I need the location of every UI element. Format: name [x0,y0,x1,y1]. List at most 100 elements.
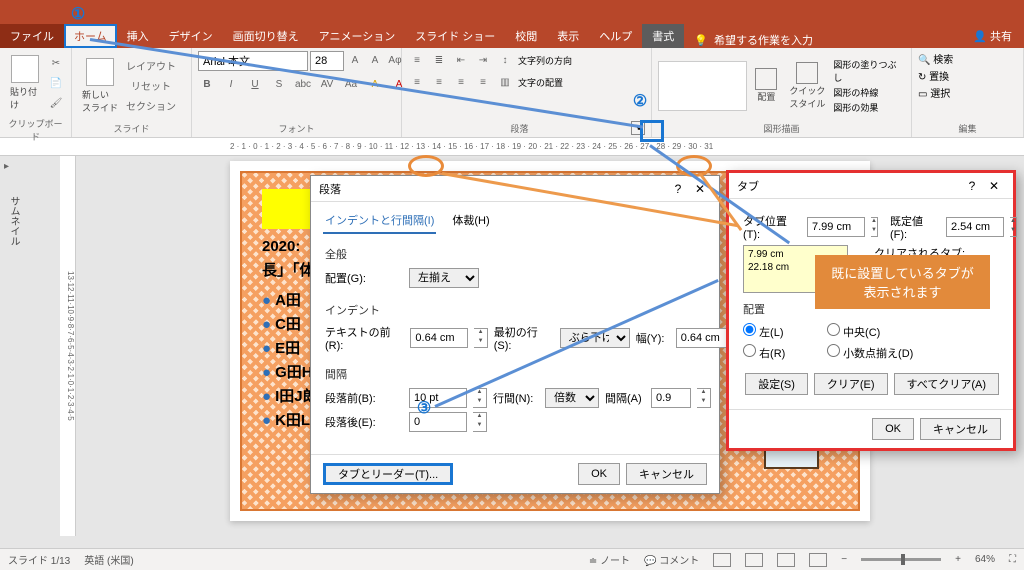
bullets-button[interactable]: ≡ [408,51,426,69]
section-button[interactable]: セクション [126,97,176,115]
columns-button[interactable]: ▥ [496,73,514,91]
titlebar: ファイル ホーム 挿入 デザイン 画面切り替え アニメーション スライド ショー… [0,0,1024,48]
cancel-button[interactable]: キャンセル [920,418,1001,440]
ok-button[interactable]: OK [578,463,620,485]
close-icon[interactable]: ✕ [983,175,1005,197]
reset-button[interactable]: リセット [126,77,176,95]
line-select[interactable]: 倍数 [545,388,599,408]
after-input[interactable] [409,412,467,432]
font-size-input[interactable] [310,51,344,71]
justify-button[interactable]: ≡ [474,73,492,91]
sorter-view-button[interactable] [745,553,763,567]
italic-button[interactable]: I [222,75,240,93]
indent-dec-button[interactable]: ⇤ [452,51,470,69]
spinner[interactable]: ▲▼ [697,388,711,408]
replace-button[interactable]: ↻ 置換 [918,68,949,83]
new-slide-button[interactable]: 新しい スライド [78,54,122,118]
spinner[interactable]: ▲▼ [474,328,487,348]
tabs-button[interactable]: タブとリーダー(T)... [323,463,453,485]
spinner[interactable]: ▲▼ [473,388,487,408]
horizontal-ruler[interactable]: 2 · 1 · 0 · 1 · 2 · 3 · 4 · 5 · 6 · 7 · … [0,138,1024,156]
align-right-radio[interactable]: 右(R) [743,344,821,361]
tab-view[interactable]: 表示 [547,24,589,48]
bold-button[interactable]: B [198,75,216,93]
align-right-button[interactable]: ≡ [452,73,470,91]
tab-transitions[interactable]: 画面切り替え [223,24,309,48]
layout-button[interactable]: レイアウト [126,57,176,75]
reading-view-button[interactable] [777,553,795,567]
copy-button[interactable]: 📄 [47,74,65,92]
tab-help[interactable]: ヘルプ [589,24,642,48]
decrease-font-icon[interactable]: A [366,51,384,69]
text-align-button[interactable]: 文字の配置 [518,76,563,89]
strike-button[interactable]: S [270,75,288,93]
align-left-radio[interactable]: 左(L) [743,323,821,340]
clear-button[interactable]: クリア(E) [814,373,888,395]
font-name-input[interactable] [198,51,308,71]
quick-styles-button[interactable]: クイック スタイル [785,58,829,114]
tab-format[interactable]: 書式 [642,24,684,48]
tab-design[interactable]: デザイン [159,24,223,48]
select-button[interactable]: ▭ 選択 [918,85,950,100]
underline-button[interactable]: U [246,75,264,93]
thumbnail-collapse-icon[interactable]: ▸ [4,161,9,172]
tab-review[interactable]: 校閲 [505,24,547,48]
align-center-button[interactable]: ≡ [430,73,448,91]
align-decimal-radio[interactable]: 小数点揃え(D) [827,344,913,361]
increase-font-icon[interactable]: A [346,51,364,69]
arrange-icon [755,68,777,90]
indent-inc-button[interactable]: ⇥ [474,51,492,69]
dlg-tab-tabstops[interactable]: 体裁(H) [450,208,491,234]
help-icon[interactable]: ? [667,178,689,200]
status-bar: スライド 1/13 英語 (米国) ≐ ノート 💬 コメント − + 64% ⛶ [0,548,1024,570]
comments-button[interactable]: 💬 コメント [644,552,699,567]
tell-me-search[interactable]: 💡 希望する作業を入力 [684,32,961,48]
group-clipboard: 貼り付け ✂ 📄 🖌 クリップボード [0,48,72,137]
dlg-tab-indent[interactable]: インデントと行間隔(I) [323,208,436,234]
zoom-in-button[interactable]: + [955,554,961,565]
tab-position-input[interactable] [807,217,865,237]
normal-view-button[interactable] [713,553,731,567]
notes-button[interactable]: ≐ ノート [589,552,630,567]
help-icon[interactable]: ? [961,175,983,197]
tab-file[interactable]: ファイル [0,24,64,48]
zoom-slider[interactable] [861,558,941,561]
spinner[interactable]: ▲▼ [473,412,487,432]
shadow-button[interactable]: abc [294,75,312,93]
spinner[interactable]: ▲▼ [871,217,878,237]
arrange-button[interactable]: 配置 [751,64,781,107]
format-painter-button[interactable]: 🖌 [47,94,65,112]
clear-all-button[interactable]: すべてクリア(A) [894,373,999,395]
vertical-ruler[interactable]: 13·12·11·10·9·8·7·6·5·4·3·2·1·0·1·2·3·4·… [60,156,76,536]
default-tab-input[interactable] [946,217,1004,237]
tab-animations[interactable]: アニメーション [309,24,406,48]
spinner[interactable]: ▲▼ [1010,217,1017,237]
set-button[interactable]: 設定(S) [745,373,808,395]
ok-button[interactable]: OK [872,418,914,440]
shapes-gallery[interactable] [658,61,747,111]
numbering-button[interactable]: ≣ [430,51,448,69]
shape-outline-button[interactable]: 図形の枠線 [833,86,905,99]
fit-button[interactable]: ⛶ [1009,554,1016,565]
cut-button[interactable]: ✂ [47,54,65,72]
cancel-button[interactable]: キャンセル [626,463,707,485]
paste-button[interactable]: 貼り付け [6,51,43,115]
share-icon: 👤 [973,31,987,43]
tab-home[interactable]: ホーム [64,24,117,48]
language-indicator[interactable]: 英語 (米国) [84,552,133,567]
slideshow-view-button[interactable] [809,553,827,567]
at-input[interactable] [651,388,691,408]
zoom-out-button[interactable]: − [841,554,847,565]
slide-counter[interactable]: スライド 1/13 [8,552,70,567]
alignment-select[interactable]: 左揃え [409,268,479,288]
shape-fill-button[interactable]: 図形の塗りつぶし [833,58,905,84]
tab-slideshow[interactable]: スライド ショー [405,24,505,48]
zoom-level[interactable]: 64% [975,554,995,565]
find-button[interactable]: 🔍 検索 [918,51,953,66]
text-direction-button[interactable]: 文字列の方向 [518,54,572,67]
text-before-input[interactable] [410,328,468,348]
align-center-radio[interactable]: 中央(C) [827,323,905,340]
line-spacing-button[interactable]: ↕ [496,51,514,69]
share-button[interactable]: 👤 共有 [961,24,1024,48]
shape-effects-button[interactable]: 図形の効果 [833,101,905,114]
